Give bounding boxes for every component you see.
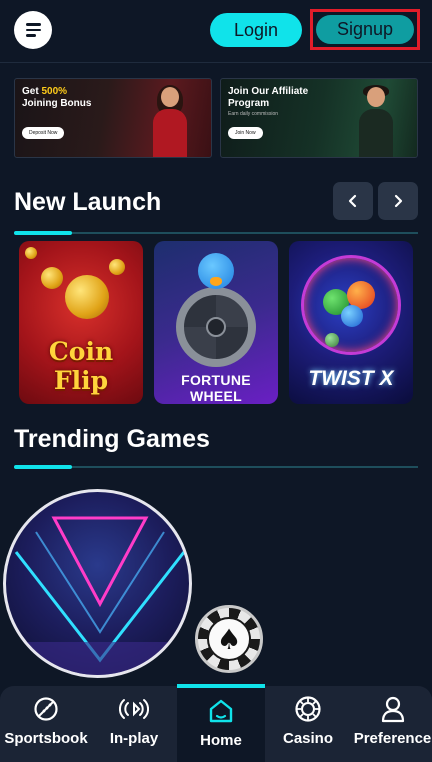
home-icon xyxy=(206,696,236,726)
coin-image xyxy=(109,259,125,275)
nav-label: In-play xyxy=(109,730,159,747)
banner-title-rest: Join Our Affiliate Program xyxy=(228,86,309,109)
banner-title: Join Our Affiliate Program xyxy=(228,86,328,110)
wheel-hub xyxy=(206,317,226,337)
affiliate-program-banner[interactable]: Join Our Affiliate Program Earn daily co… xyxy=(220,78,418,158)
neon-triangle-image xyxy=(6,516,189,675)
section-title-trending-games: Trending Games xyxy=(14,425,210,453)
login-button[interactable]: Login xyxy=(210,13,302,47)
orb-image xyxy=(341,305,363,327)
casino-chip-icon xyxy=(293,694,323,724)
section-underline xyxy=(14,231,418,235)
spade-icon: ♠ xyxy=(207,617,251,661)
coin-image xyxy=(25,247,37,259)
bird-beak xyxy=(210,277,222,286)
trending-game-thumbnail[interactable] xyxy=(3,489,192,678)
game-title: Coin Flip xyxy=(48,337,114,395)
game-card-twist-x[interactable]: TWIST X xyxy=(289,241,413,404)
banner-title-rest: Joining Bonus xyxy=(22,98,92,109)
nav-item-casino[interactable]: Casino xyxy=(268,686,348,762)
sportsbook-icon xyxy=(31,694,61,724)
hamburger-menu-icon[interactable] xyxy=(14,11,52,49)
header-divider xyxy=(0,62,432,63)
user-icon xyxy=(378,694,408,724)
game-title: TWIST X xyxy=(308,367,394,390)
game-card-coin-flip[interactable]: Coin Flip xyxy=(19,241,143,404)
bottom-navigation: Sportsbook In-play Home Casino Preferenc… xyxy=(0,684,432,762)
game-card-fortune-wheel[interactable]: FORTUNE WHEEL xyxy=(154,241,278,404)
nav-item-sportsbook[interactable]: Sportsbook xyxy=(4,686,88,762)
banner-model-image xyxy=(147,85,191,157)
banner-title-highlight: 500% xyxy=(41,86,68,97)
nav-label: Sportsbook xyxy=(4,730,88,747)
broadcast-icon xyxy=(119,694,149,724)
coin-image xyxy=(41,267,63,289)
section-underline xyxy=(14,465,418,469)
game-title: FORTUNE WHEEL xyxy=(181,372,251,404)
nav-item-preference[interactable]: Preference xyxy=(353,686,432,762)
header: Login Signup xyxy=(0,0,432,62)
banner-title: Get 500% Joining Bonus xyxy=(22,86,122,110)
carousel-prev-button[interactable] xyxy=(333,182,373,220)
nav-item-in-play[interactable]: In-play xyxy=(94,686,174,762)
banner-model-image xyxy=(353,85,397,157)
nav-label: Preference xyxy=(353,730,432,747)
signup-highlight-box: Signup xyxy=(310,9,420,50)
carousel-next-button[interactable] xyxy=(378,182,418,220)
chevron-left-icon xyxy=(348,194,357,208)
orb-image xyxy=(325,333,339,347)
signup-button[interactable]: Signup xyxy=(316,15,414,44)
nav-label: Home xyxy=(200,732,242,749)
nav-item-home[interactable]: Home xyxy=(177,684,265,762)
deposit-now-button[interactable]: Deposit Now xyxy=(22,127,65,139)
coin-image xyxy=(65,275,109,319)
banner-title-prefix: Get xyxy=(22,86,42,97)
join-now-button[interactable]: Join Now xyxy=(228,127,263,139)
nav-label: Casino xyxy=(282,730,333,747)
casino-chip-button[interactable]: ♠ xyxy=(195,605,263,673)
joining-bonus-banner[interactable]: Get 500% Joining Bonus Deposit Now xyxy=(14,78,212,158)
chevron-right-icon xyxy=(394,194,403,208)
section-title-new-launch: New Launch xyxy=(14,188,162,216)
active-indicator xyxy=(177,684,265,688)
banner-subtitle: Earn daily commission xyxy=(228,111,279,117)
